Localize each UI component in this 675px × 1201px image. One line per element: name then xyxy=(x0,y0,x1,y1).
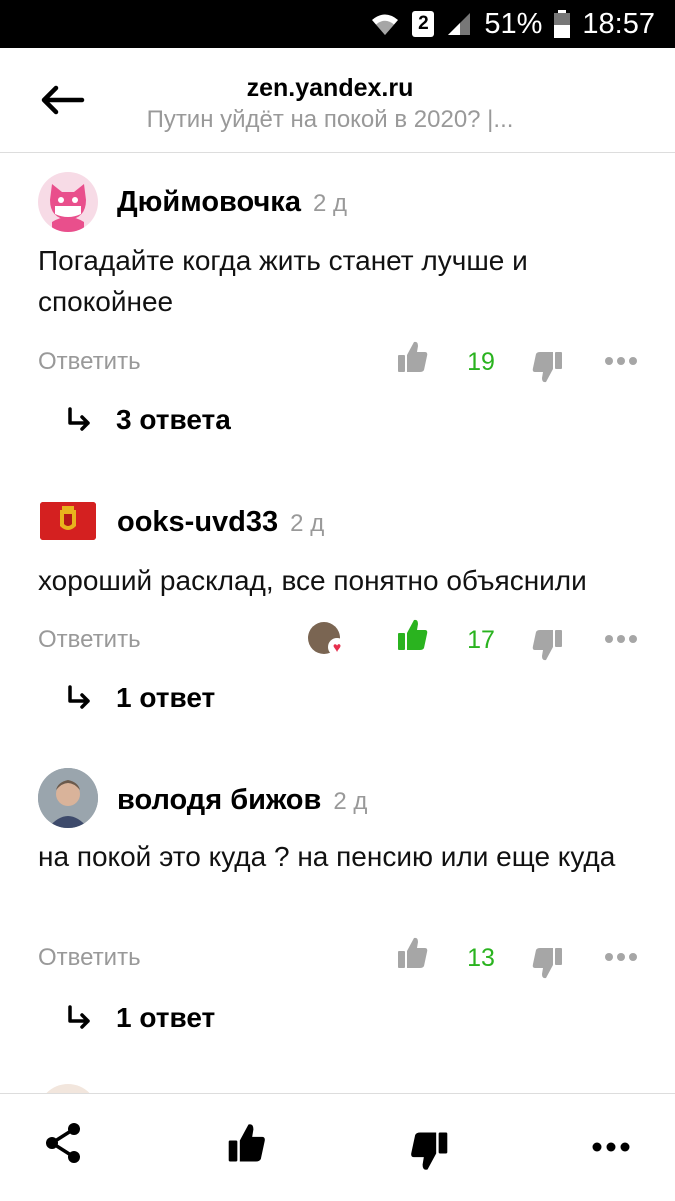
thumbs-up-icon[interactable] xyxy=(396,618,428,652)
comment-text: на покой это куда ? на пенсию или еще ку… xyxy=(38,841,616,872)
comment-author[interactable]: ooks-uvd33 xyxy=(117,506,278,538)
more-icon[interactable] xyxy=(592,1142,630,1152)
clock: 18:57 xyxy=(582,7,655,40)
replies-link[interactable]: 1 ответ xyxy=(66,682,215,714)
comment-time: 2 д xyxy=(333,788,368,815)
like-count: 13 xyxy=(467,944,495,972)
more-options-icon[interactable] xyxy=(604,356,638,366)
reply-arrow-icon xyxy=(68,407,90,431)
comment-author[interactable]: Дюймовочка xyxy=(117,186,301,218)
reply-arrow-icon xyxy=(68,685,90,709)
replies-count: 3 ответа xyxy=(116,404,231,435)
back-arrow-icon[interactable] xyxy=(38,82,86,118)
avatar[interactable] xyxy=(40,502,96,540)
liker-avatar[interactable]: ♥ xyxy=(308,622,346,656)
site-host: zen.yandex.ru xyxy=(246,74,414,102)
comment-time: 2 д xyxy=(290,510,325,537)
reply-button[interactable]: Ответить xyxy=(38,626,141,654)
browser-header: zen.yandex.ru Путин уйдёт на покой в 202… xyxy=(0,48,675,153)
share-icon[interactable] xyxy=(44,1122,82,1164)
replies-link[interactable]: 1 ответ xyxy=(66,1002,215,1034)
comment-text: хороший расклад, все понятно объяснили xyxy=(38,565,587,596)
replies-link[interactable]: 3 ответа xyxy=(66,404,231,436)
comment-author[interactable]: володя бижов xyxy=(117,784,321,816)
thumbs-up-icon[interactable] xyxy=(396,936,428,970)
replies-count: 1 ответ xyxy=(116,682,216,713)
reply-arrow-icon xyxy=(68,1005,90,1029)
thumbs-up-icon[interactable] xyxy=(226,1122,266,1164)
sim-badge: 2 xyxy=(412,11,435,37)
wifi-icon xyxy=(372,14,399,35)
avatar[interactable] xyxy=(38,172,98,232)
bottom-action-bar xyxy=(0,1093,675,1201)
battery-icon xyxy=(554,10,571,38)
thumbs-down-icon[interactable] xyxy=(410,1130,450,1172)
thumbs-down-icon[interactable] xyxy=(532,946,564,980)
thumbs-up-icon[interactable] xyxy=(396,340,428,374)
reply-button[interactable]: Ответить xyxy=(38,944,141,972)
like-count: 17 xyxy=(467,626,495,654)
battery-percent: 51% xyxy=(484,7,543,40)
replies-count: 1 ответ xyxy=(116,1002,216,1033)
more-options-icon[interactable] xyxy=(604,952,638,962)
signal-icon xyxy=(448,13,471,35)
comment-text: Погадайте когда жить станет лучше и спок… xyxy=(38,245,528,317)
like-count: 19 xyxy=(467,348,495,376)
page-title: Путин уйдёт на покой в 2020? |... xyxy=(146,106,514,133)
heart-icon: ♥ xyxy=(328,638,346,656)
avatar[interactable] xyxy=(38,768,98,828)
comment-time: 2 д xyxy=(312,190,347,217)
more-options-icon[interactable] xyxy=(604,634,638,644)
cat-mask-avatar-icon xyxy=(50,184,86,232)
coat-of-arms-icon xyxy=(40,502,96,540)
thumbs-down-icon[interactable] xyxy=(532,350,564,384)
status-bar: 2 51% 18:57 xyxy=(0,0,675,48)
thumbs-down-icon[interactable] xyxy=(532,628,564,662)
reply-button[interactable]: Ответить xyxy=(38,348,141,376)
user-photo-avatar-icon xyxy=(38,768,98,828)
